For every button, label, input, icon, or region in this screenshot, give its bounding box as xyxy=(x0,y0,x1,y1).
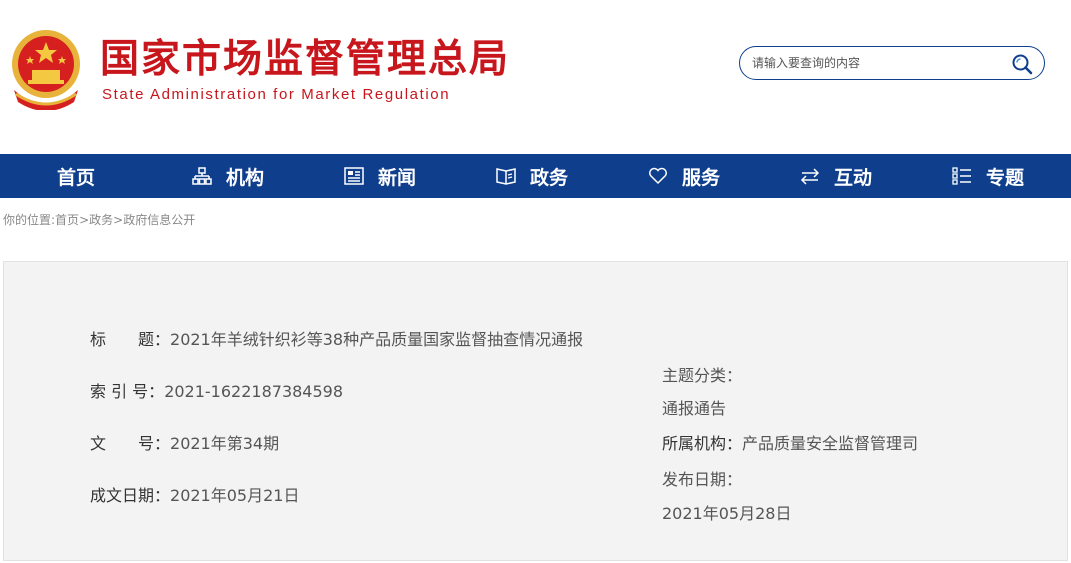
agency-label: 所属机构： xyxy=(662,434,743,453)
breadcrumb: 你的位置:首页>政务>政府信息公开 xyxy=(3,211,195,228)
breadcrumb-separator: > xyxy=(79,213,90,227)
org-chart-icon xyxy=(192,167,212,185)
nav-government-affairs[interactable]: 政务 xyxy=(456,154,608,198)
nav-item-label: 互动 xyxy=(833,166,872,189)
site-title[interactable]: 国家市场监督管理总局 xyxy=(100,36,510,84)
exchange-arrows-icon xyxy=(800,168,820,185)
search-box xyxy=(739,46,1045,80)
book-icon xyxy=(496,168,516,185)
nav-item-label: 新闻 xyxy=(377,166,416,189)
nav-special-topics[interactable]: 专题 xyxy=(912,154,1064,198)
breadcrumb-government-affairs[interactable]: 政务 xyxy=(89,213,113,227)
nav-item-label: 机构 xyxy=(225,166,264,189)
breadcrumb-separator: > xyxy=(113,213,124,227)
heart-icon xyxy=(649,167,667,185)
nav-home[interactable]: 首页 xyxy=(0,154,152,198)
title-field: 标 题：2021年羊绒针织衫等38种产品质量国家监督抽查情况通报 xyxy=(90,329,583,351)
created-date-value: 2021年05月21日 xyxy=(170,486,300,505)
index-number-field: 索 引 号：2021-1622187384598 xyxy=(90,381,343,403)
title-label: 标 题： xyxy=(90,330,171,349)
news-icon xyxy=(344,167,364,185)
nav-item-label: 服务 xyxy=(681,166,720,189)
document-number-value: 2021年第34期 xyxy=(170,434,280,453)
nav-item-label: 首页 xyxy=(56,166,95,189)
created-date-label: 成文日期： xyxy=(90,486,171,505)
list-icon xyxy=(952,167,971,185)
nav-news[interactable]: 新闻 xyxy=(304,154,456,198)
national-emblem-icon[interactable] xyxy=(8,28,84,110)
title-value: 2021年羊绒针织衫等38种产品质量国家监督抽查情况通报 xyxy=(170,330,584,349)
document-number-label: 文 号： xyxy=(90,434,171,453)
topic-value: 通报通告 xyxy=(662,399,727,418)
document-info-panel: 标 题：2021年羊绒针织衫等38种产品质量国家监督抽查情况通报 索 引 号：2… xyxy=(3,261,1068,561)
index-number-label: 索 引 号： xyxy=(90,382,165,401)
breadcrumb-gov-info-disclosure[interactable]: 政府信息公开 xyxy=(123,213,195,227)
search-icon[interactable] xyxy=(1010,52,1034,76)
search-input[interactable] xyxy=(752,53,1002,73)
nav-interaction[interactable]: 互动 xyxy=(760,154,912,198)
nav-item-label: 政务 xyxy=(529,166,568,189)
publish-date-value: 2021年05月28日 xyxy=(662,504,792,523)
nav-organization[interactable]: 机构 xyxy=(152,154,304,198)
nav-services[interactable]: 服务 xyxy=(608,154,760,198)
created-date-field: 成文日期：2021年05月21日 xyxy=(90,485,299,507)
document-number-field: 文 号：2021年第34期 xyxy=(90,433,279,455)
nav-item-label: 专题 xyxy=(985,166,1024,189)
agency-value: 产品质量安全监督管理司 xyxy=(742,434,919,453)
topic-label: 主题分类： xyxy=(662,366,743,385)
main-nav: 首页 机构 新闻 政务 服务 互动 专题 xyxy=(0,154,1071,198)
site-title-en[interactable]: State Administration for Market Regulati… xyxy=(102,86,450,103)
publish-date-label: 发布日期： xyxy=(662,470,743,489)
site-header: 国家市场监督管理总局 State Administration for Mark… xyxy=(0,0,1071,154)
breadcrumb-home[interactable]: 首页 xyxy=(55,213,79,227)
agency-field: 所属机构：产品质量安全监督管理司 xyxy=(662,433,918,455)
breadcrumb-prefix: 你的位置: xyxy=(3,213,56,227)
index-number-value: 2021-1622187384598 xyxy=(164,382,344,401)
